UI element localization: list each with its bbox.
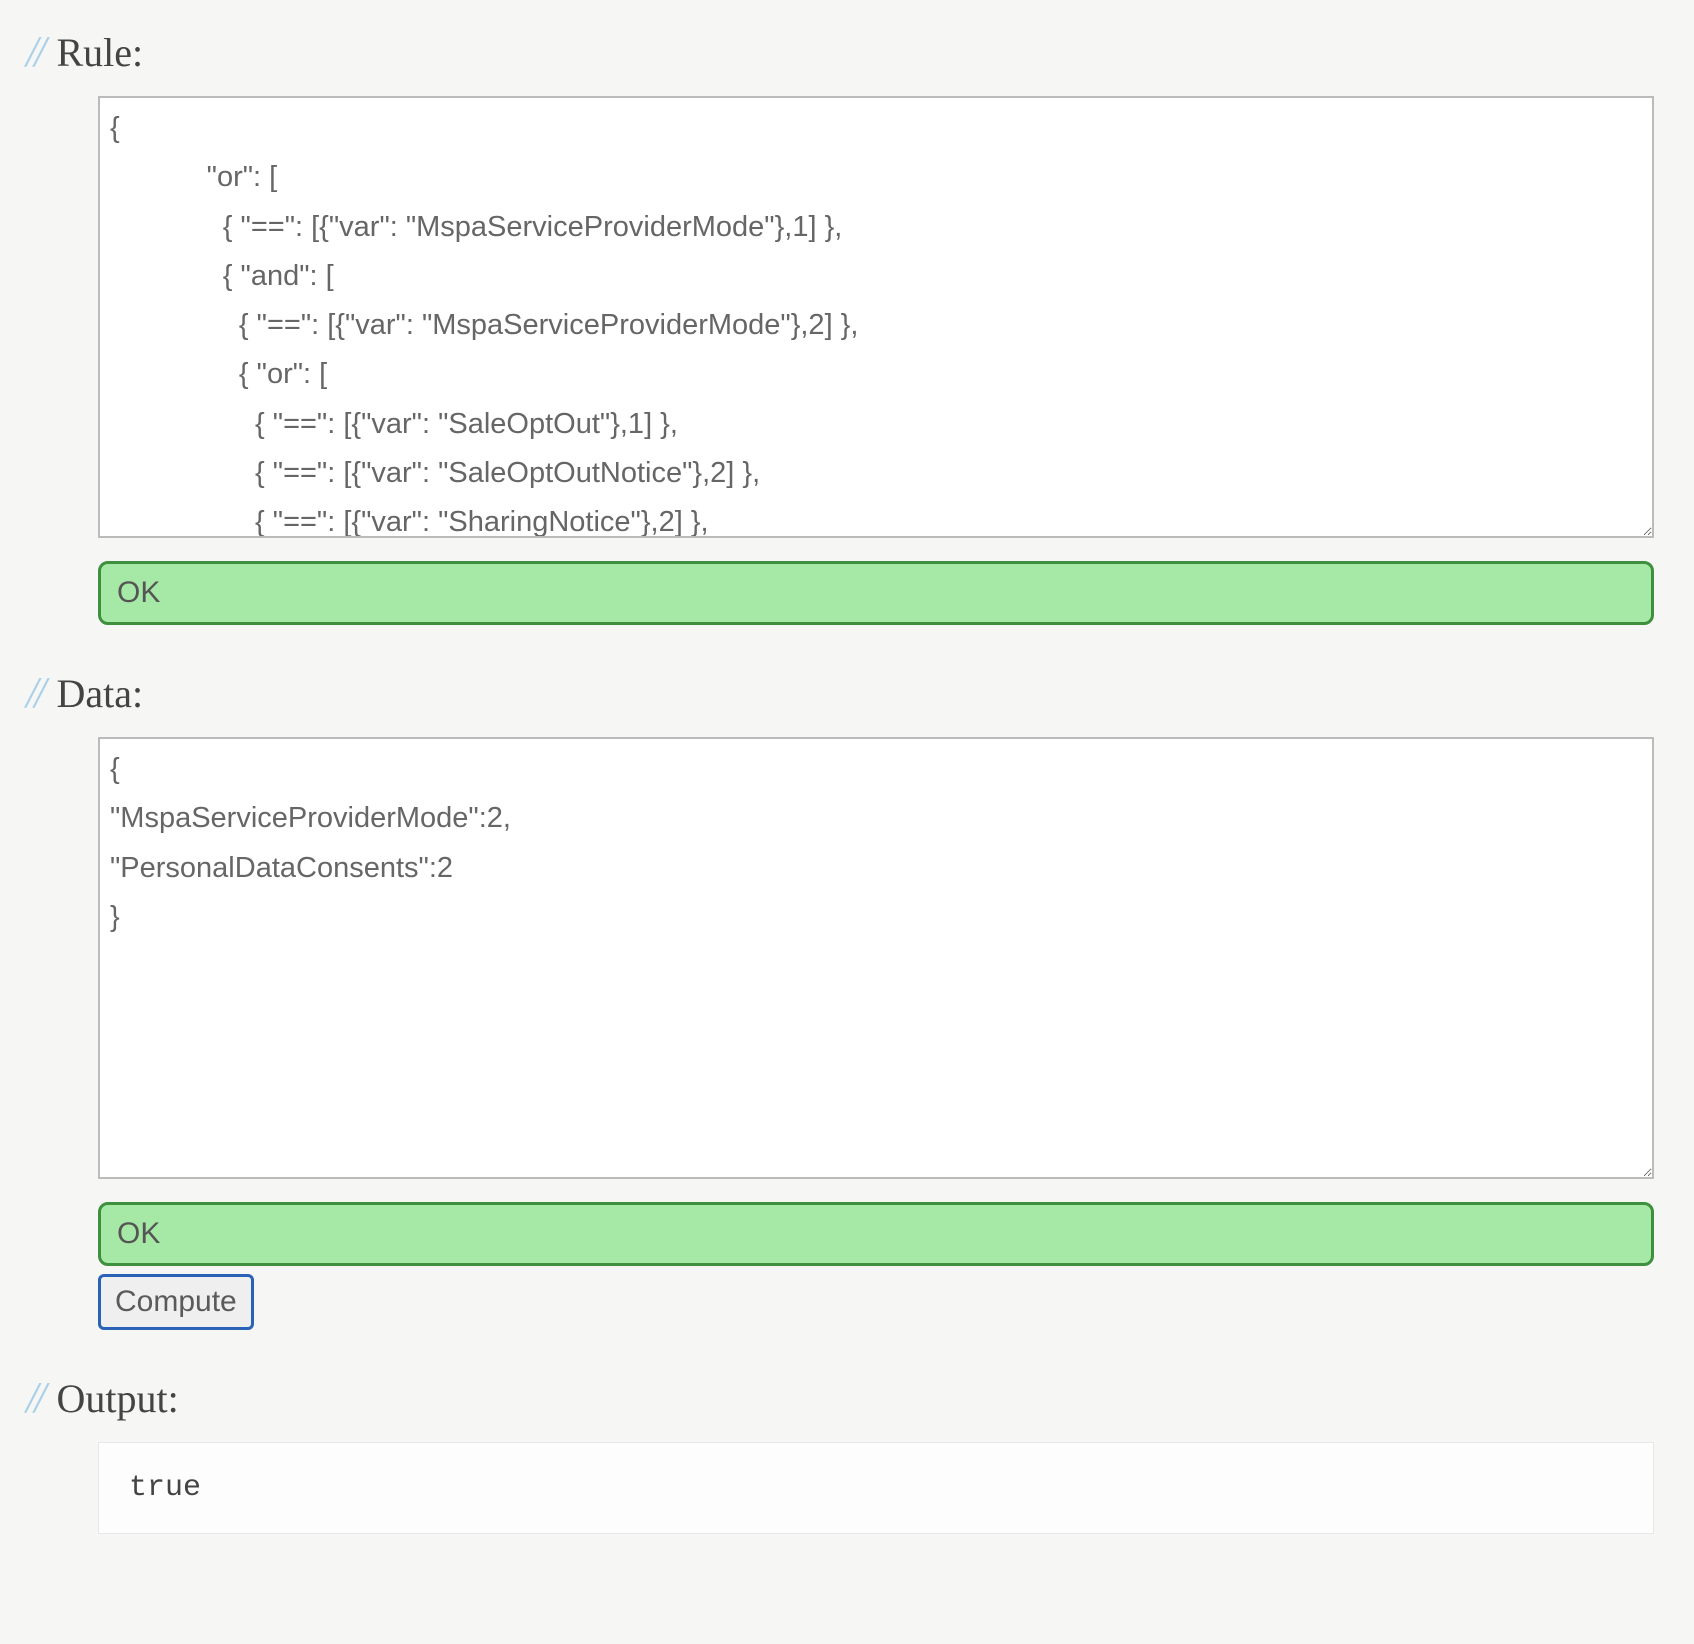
data-body: OK Compute xyxy=(98,737,1654,1330)
data-title: Data: xyxy=(56,674,143,714)
rule-section: // Rule: OK xyxy=(20,30,1674,625)
page-root: // Rule: OK // Data: OK Compute // Outpu… xyxy=(0,0,1694,1574)
output-value: true xyxy=(98,1442,1654,1534)
comment-slashes-icon: // xyxy=(26,1376,42,1420)
rule-body: OK xyxy=(98,96,1654,625)
output-title: Output: xyxy=(56,1379,178,1419)
rule-status-bar: OK xyxy=(98,561,1654,625)
data-section: // Data: OK Compute xyxy=(20,671,1674,1330)
output-section: // Output: true xyxy=(20,1376,1674,1534)
rule-textarea[interactable] xyxy=(98,96,1654,538)
output-header: // Output: xyxy=(20,1376,1674,1420)
comment-slashes-icon: // xyxy=(26,30,42,74)
compute-button[interactable]: Compute xyxy=(98,1274,254,1330)
rule-header: // Rule: xyxy=(20,30,1674,74)
data-status-bar: OK xyxy=(98,1202,1654,1266)
data-textarea[interactable] xyxy=(98,737,1654,1179)
comment-slashes-icon: // xyxy=(26,671,42,715)
data-header: // Data: xyxy=(20,671,1674,715)
output-body: true xyxy=(98,1442,1654,1534)
rule-title: Rule: xyxy=(56,33,143,73)
